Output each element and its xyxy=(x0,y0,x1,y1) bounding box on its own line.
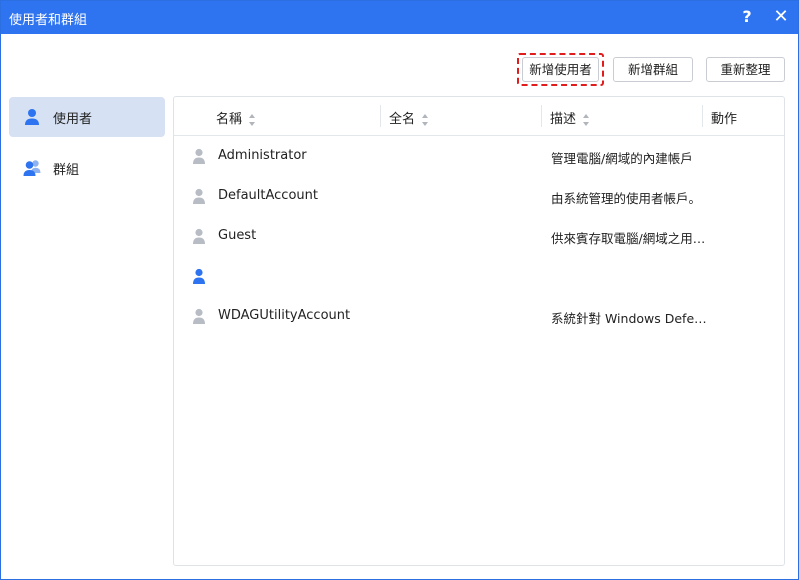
users-and-groups-window: 使用者和群組 ? ✕ 新增使用者 新增群組 重新整理 使用者 群組 名稱 全名 … xyxy=(0,0,799,580)
user-description: 由系統管理的使用者帳戶。 xyxy=(551,191,702,206)
user-name: DefaultAccount xyxy=(218,188,318,203)
sidebar-item-label: 使用者 xyxy=(53,112,93,127)
column-divider xyxy=(541,105,542,127)
sidebar-item-groups[interactable]: 群組 xyxy=(9,148,165,188)
column-header-actions: 動作 xyxy=(711,112,738,127)
user-icon xyxy=(193,148,205,164)
table-row[interactable]: Guest 供來賓存取電腦/網域之用… xyxy=(174,216,784,256)
refresh-button[interactable]: 重新整理 xyxy=(706,57,785,82)
user-icon xyxy=(193,188,205,204)
help-button[interactable]: ? xyxy=(735,5,759,29)
table-row[interactable]: Administrator 管理電腦/網域的內建帳戶 xyxy=(174,136,784,176)
sidebar-item-label: 群組 xyxy=(53,163,80,178)
column-divider xyxy=(380,105,381,127)
user-name: Guest xyxy=(218,228,257,243)
user-name: WDAGUtilityAccount xyxy=(218,308,351,323)
users-table: 名稱 全名 描述 動作 Administrator 管理電腦/網域的內建帳戶 Def… xyxy=(173,96,785,566)
user-description: 系統針對 Windows Defen… xyxy=(551,311,711,326)
column-divider xyxy=(702,105,703,127)
user-icon xyxy=(193,308,205,324)
user-description: 管理電腦/網域的內建帳戶 xyxy=(551,151,693,166)
column-header-description[interactable]: 描述 xyxy=(550,108,590,127)
window-title: 使用者和群組 xyxy=(9,13,88,28)
sort-icon xyxy=(583,113,590,126)
sort-icon xyxy=(249,113,256,126)
user-name: Administrator xyxy=(218,148,307,163)
close-button[interactable]: ✕ xyxy=(769,5,793,29)
user-description: 供來賓存取電腦/網域之用… xyxy=(551,231,706,246)
sidebar-item-users[interactable]: 使用者 xyxy=(9,97,165,137)
title-bar: 使用者和群組 ? ✕ xyxy=(1,1,798,34)
column-header-name[interactable]: 名稱 xyxy=(216,108,256,127)
table-row[interactable]: DefaultAccount 由系統管理的使用者帳戶。 xyxy=(174,176,784,216)
group-icon xyxy=(23,160,41,176)
sort-icon xyxy=(422,113,429,126)
add-group-button[interactable]: 新增群組 xyxy=(613,57,693,82)
table-row[interactable] xyxy=(174,256,784,296)
table-header: 名稱 全名 描述 動作 xyxy=(174,97,784,136)
user-icon xyxy=(25,109,39,125)
column-header-full-name[interactable]: 全名 xyxy=(389,108,429,127)
table-row[interactable]: WDAGUtilityAccount 系統針對 Windows Defen… xyxy=(174,296,784,336)
user-icon xyxy=(193,268,205,284)
user-icon xyxy=(193,228,205,244)
add-user-button[interactable]: 新增使用者 xyxy=(522,57,599,82)
